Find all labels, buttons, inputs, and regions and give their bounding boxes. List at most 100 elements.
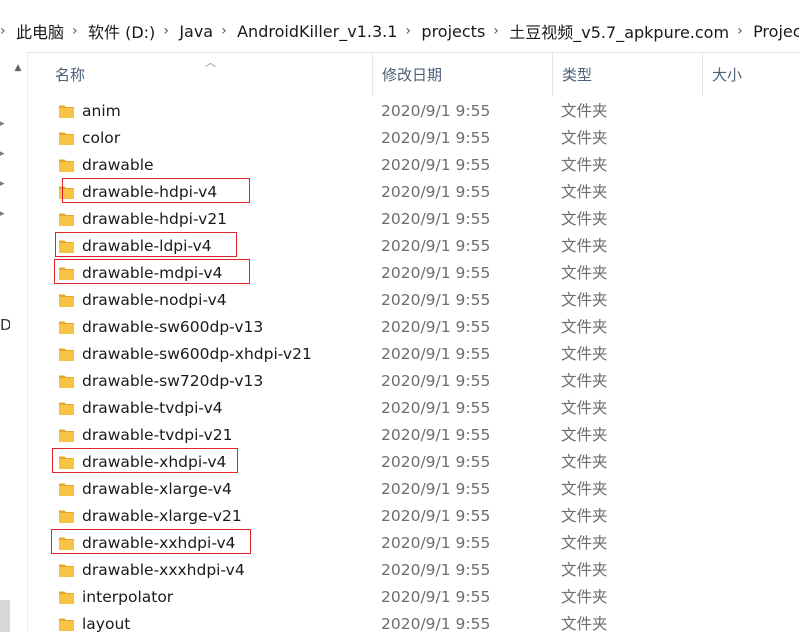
file-row[interactable]: anim 2020/9/1 9:55 文件夹: [28, 98, 799, 125]
file-name: drawable-xlarge-v21: [82, 507, 242, 525]
column-header-type[interactable]: 类型: [552, 52, 702, 96]
breadcrumb-item[interactable]: AndroidKiller_v1.3.1: [233, 22, 405, 41]
folder-icon: [59, 131, 74, 145]
nav-item-label[interactable]: Dc: [0, 316, 10, 334]
file-type: 文件夹: [561, 534, 608, 552]
file-row[interactable]: drawable-xxhdpi-v4 2020/9/1 9:55 文件夹: [28, 529, 799, 557]
file-name: drawable-sw720dp-v13: [82, 372, 264, 390]
file-row[interactable]: drawable-hdpi-v4 2020/9/1 9:55 文件夹: [28, 178, 799, 206]
file-modified-date: 2020/9/1 9:55: [381, 426, 491, 444]
breadcrumb-item[interactable]: projects: [417, 22, 493, 41]
breadcrumb-item[interactable]: 软件 (D:): [84, 19, 163, 43]
chevron-right-icon[interactable]: ›: [0, 23, 12, 39]
expand-chevron-icon[interactable]: ▸: [0, 208, 8, 220]
column-header-size[interactable]: 大小: [702, 52, 799, 96]
chevron-right-icon[interactable]: ›: [493, 23, 505, 39]
file-name: drawable-tvdpi-v21: [82, 426, 233, 444]
file-modified-date: 2020/9/1 9:55: [381, 291, 491, 309]
folder-icon: [59, 374, 74, 388]
folder-icon: [59, 563, 74, 577]
file-type: 文件夹: [561, 399, 608, 417]
file-modified-date: 2020/9/1 9:55: [381, 318, 491, 336]
file-modified-date: 2020/9/1 9:55: [381, 588, 491, 606]
breadcrumb-item[interactable]: 土豆视频_v5.7_apkpure.com: [505, 19, 737, 43]
file-type: 文件夹: [561, 507, 608, 525]
file-modified-date: 2020/9/1 9:55: [381, 156, 491, 174]
file-modified-date: 2020/9/1 9:55: [381, 183, 491, 201]
file-name: drawable-sw600dp-v13: [82, 318, 264, 336]
file-row[interactable]: drawable-hdpi-v21 2020/9/1 9:55 文件夹: [28, 206, 799, 233]
file-modified-date: 2020/9/1 9:55: [381, 615, 491, 633]
file-type: 文件夹: [561, 210, 608, 228]
expand-chevron-icon[interactable]: ▸: [0, 118, 8, 130]
folder-icon: [59, 401, 74, 415]
file-type: 文件夹: [561, 453, 608, 471]
chevron-right-icon[interactable]: ›: [405, 23, 417, 39]
file-modified-date: 2020/9/1 9:55: [381, 372, 491, 390]
folder-icon: [59, 347, 74, 361]
file-modified-date: 2020/9/1 9:55: [381, 345, 491, 363]
file-type: 文件夹: [561, 237, 608, 255]
column-header-date[interactable]: 修改日期: [372, 52, 552, 96]
folder-icon: [59, 185, 74, 199]
column-header-name[interactable]: 名称: [46, 52, 372, 96]
file-modified-date: 2020/9/1 9:55: [381, 237, 491, 255]
scroll-up-arrow-icon[interactable]: ▲: [10, 58, 26, 78]
breadcrumb-item[interactable]: 此电脑: [12, 19, 72, 43]
file-row[interactable]: drawable-xlarge-v4 2020/9/1 9:55 文件夹: [28, 476, 799, 503]
file-name: drawable-sw600dp-xhdpi-v21: [82, 345, 312, 363]
file-row[interactable]: drawable-tvdpi-v4 2020/9/1 9:55 文件夹: [28, 395, 799, 422]
folder-icon: [59, 293, 74, 307]
file-modified-date: 2020/9/1 9:55: [381, 480, 491, 498]
file-modified-date: 2020/9/1 9:55: [381, 507, 491, 525]
nav-scrollbar-thumb[interactable]: [0, 600, 10, 632]
file-modified-date: 2020/9/1 9:55: [381, 264, 491, 282]
file-type: 文件夹: [561, 426, 608, 444]
file-row[interactable]: drawable-sw600dp-xhdpi-v21 2020/9/1 9:55 文…: [28, 341, 799, 368]
file-name: drawable-nodpi-v4: [82, 291, 227, 309]
folder-icon: [59, 212, 74, 226]
address-bar[interactable]: › 此电脑 › 软件 (D:) › Java › AndroidKiller_v1.3.1 › p…: [0, 0, 799, 53]
file-type: 文件夹: [561, 588, 608, 606]
file-modified-date: 2020/9/1 9:55: [381, 210, 491, 228]
file-type: 文件夹: [561, 345, 608, 363]
breadcrumb-item[interactable]: Java: [175, 22, 221, 41]
file-type: 文件夹: [561, 156, 608, 174]
file-name: drawable-hdpi-v4: [82, 183, 218, 201]
file-modified-date: 2020/9/1 9:55: [381, 453, 491, 471]
file-type: 文件夹: [561, 372, 608, 390]
file-row[interactable]: drawable-mdpi-v4 2020/9/1 9:55 文件夹: [28, 259, 799, 287]
file-row[interactable]: drawable-sw720dp-v13 2020/9/1 9:55 文件夹: [28, 368, 799, 395]
file-row[interactable]: drawable-xlarge-v21 2020/9/1 9:55 文件夹: [28, 503, 799, 530]
file-name: drawable-xlarge-v4: [82, 480, 232, 498]
file-name: drawable-tvdpi-v4: [82, 399, 223, 417]
file-type: 文件夹: [561, 129, 608, 147]
file-modified-date: 2020/9/1 9:55: [381, 129, 491, 147]
file-row[interactable]: drawable-tvdpi-v21 2020/9/1 9:55 文件夹: [28, 422, 799, 449]
file-row[interactable]: drawable-nodpi-v4 2020/9/1 9:55 文件夹: [28, 287, 799, 314]
navigation-pane[interactable]: ▸ ▸ ▸ ▸ Dc: [0, 52, 28, 632]
expand-chevron-icon[interactable]: ▸: [0, 178, 8, 190]
chevron-right-icon[interactable]: ›: [163, 23, 175, 39]
file-row[interactable]: drawable-xhdpi-v4 2020/9/1 9:55 文件夹: [28, 448, 799, 476]
file-row[interactable]: color 2020/9/1 9:55 文件夹: [28, 125, 799, 152]
column-header-row: ︿ 名称 修改日期 类型 大小: [28, 52, 799, 96]
file-modified-date: 2020/9/1 9:55: [381, 561, 491, 579]
chevron-right-icon[interactable]: ›: [221, 23, 233, 39]
file-name: anim: [82, 102, 121, 120]
chevron-right-icon[interactable]: ›: [72, 23, 84, 39]
file-row[interactable]: interpolator 2020/9/1 9:55 文件夹: [28, 584, 799, 611]
expand-chevron-icon[interactable]: ▸: [0, 148, 8, 160]
file-row[interactable]: drawable-ldpi-v4 2020/9/1 9:55 文件夹: [28, 232, 799, 260]
chevron-right-icon[interactable]: ›: [737, 23, 749, 39]
folder-icon: [59, 536, 74, 550]
file-name: layout: [82, 615, 131, 633]
file-row[interactable]: drawable 2020/9/1 9:55 文件夹: [28, 152, 799, 179]
file-name: drawable-ldpi-v4: [82, 237, 212, 255]
file-row[interactable]: drawable-xxxhdpi-v4 2020/9/1 9:55 文件夹: [28, 557, 799, 584]
file-row[interactable]: layout 2020/9/1 9:55 文件夹: [28, 611, 799, 638]
folder-icon: [59, 455, 74, 469]
file-row[interactable]: drawable-sw600dp-v13 2020/9/1 9:55 文件夹: [28, 314, 799, 341]
folder-icon: [59, 590, 74, 604]
breadcrumb-item[interactable]: Project: [749, 22, 799, 41]
